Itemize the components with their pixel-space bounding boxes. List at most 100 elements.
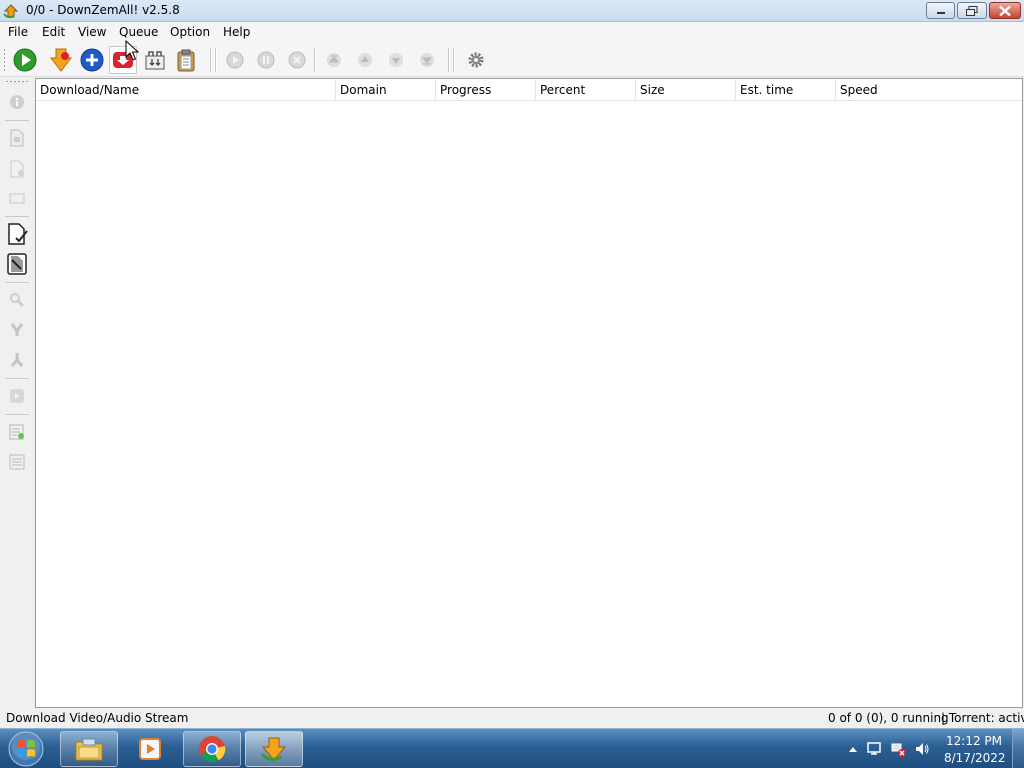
toolbar-separator — [210, 48, 212, 72]
column-header-domain[interactable]: Domain — [336, 79, 436, 101]
status-torrent: | Torrent: active — [941, 711, 1024, 725]
info-icon — [10, 95, 24, 109]
wizard-download-button[interactable] — [47, 46, 75, 74]
replay-icon — [10, 389, 24, 403]
tray-network[interactable] — [890, 741, 906, 757]
paste-urls-icon — [177, 49, 195, 72]
open-file-button[interactable] — [4, 125, 30, 151]
add-download-icon — [80, 48, 104, 72]
status-message: Download Video/Audio Stream — [6, 711, 189, 725]
add-download-button[interactable] — [78, 46, 106, 74]
column-header-progress[interactable]: Progress — [436, 79, 536, 101]
add-torrent-icon — [145, 51, 165, 70]
clock-time[interactable]: 12:12 PM — [944, 734, 1004, 748]
column-header-size[interactable]: Size — [636, 79, 736, 101]
invert-selection-button[interactable] — [4, 251, 30, 277]
column-header-percent[interactable]: Percent — [536, 79, 636, 101]
minimize-button[interactable] — [926, 2, 955, 19]
show-desktop-button[interactable] — [1012, 729, 1024, 768]
settings-button[interactable] — [462, 46, 490, 74]
menu-edit[interactable]: Edit — [42, 25, 65, 39]
taskbar-downzemall-button[interactable] — [245, 731, 303, 767]
move-down-icon — [389, 53, 403, 67]
taskbar-media-player-button[interactable] — [121, 731, 179, 767]
toolbar-separator — [314, 48, 316, 72]
column-header-speed[interactable]: Speed — [836, 79, 1022, 101]
add-torrent-button[interactable] — [141, 46, 169, 74]
downloads-table[interactable]: Download/Name Domain Progress Percent Si… — [35, 78, 1023, 708]
check-icon — [10, 323, 24, 336]
move-up-icon — [358, 53, 372, 67]
move-down-button[interactable] — [382, 46, 410, 74]
column-header-name[interactable]: Download/Name — [36, 79, 336, 101]
tray-expand-button[interactable] — [845, 741, 861, 757]
toolbar-grip[interactable] — [3, 48, 6, 72]
mouse-cursor-icon — [125, 40, 139, 61]
sidebar-separator — [5, 378, 29, 379]
select-completed-button[interactable] — [4, 221, 30, 247]
merge-button[interactable] — [4, 347, 30, 373]
move-top-button[interactable] — [320, 46, 348, 74]
info-button[interactable] — [4, 89, 30, 115]
flag-icon — [867, 742, 881, 755]
open-directory-icon — [9, 193, 25, 204]
toolbar-separator — [453, 48, 455, 72]
start-menu-button[interactable] — [4, 730, 48, 768]
cancel-button[interactable] — [283, 46, 311, 74]
pause-button[interactable] — [252, 46, 280, 74]
paste-urls-button[interactable] — [172, 46, 200, 74]
move-bottom-button[interactable] — [413, 46, 441, 74]
menu-view[interactable]: View — [78, 25, 106, 39]
network-error-icon — [891, 743, 906, 757]
wizard-download-icon — [49, 48, 73, 72]
merge-icon — [10, 353, 24, 367]
status-bar: Download Video/Audio Stream 0 of 0 (0), … — [0, 709, 1024, 728]
sidebar-separator — [5, 216, 29, 217]
toolbar-separator — [215, 48, 217, 72]
taskbar-explorer-button[interactable] — [60, 731, 118, 767]
windows-start-icon — [8, 731, 44, 767]
open-directory-button[interactable] — [4, 185, 30, 211]
sidebar-separator — [5, 414, 29, 415]
select-completed-icon — [8, 223, 28, 245]
invert-selection-icon — [7, 253, 27, 275]
cancel-icon — [288, 51, 306, 69]
move-top-icon — [327, 53, 341, 67]
clock-date[interactable]: 8/17/2022 — [944, 751, 1006, 765]
menu-file[interactable]: File — [8, 25, 28, 39]
downzemall-app-icon — [3, 4, 19, 19]
restore-icon — [966, 5, 978, 16]
close-button[interactable] — [989, 2, 1021, 19]
sidebar — [0, 78, 34, 708]
column-header-est-time[interactable]: Est. time — [736, 79, 836, 101]
volume-icon — [916, 743, 929, 755]
taskbar: 12:12 PM 8/17/2022 — [0, 728, 1024, 768]
start-button[interactable] — [11, 46, 39, 74]
move-up-button[interactable] — [351, 46, 379, 74]
sidebar-grip[interactable] — [5, 80, 29, 83]
title-bar[interactable]: 0/0 - DownZemAll! v2.5.8 — [0, 0, 1024, 22]
replay-button[interactable] — [4, 383, 30, 409]
tray-volume[interactable] — [914, 741, 930, 757]
resume-button[interactable] — [221, 46, 249, 74]
tray-action-center[interactable] — [866, 741, 882, 757]
menu-help[interactable]: Help — [223, 25, 250, 39]
sidebar-separator — [5, 282, 29, 283]
restore-button[interactable] — [957, 2, 987, 19]
remove-list-button[interactable] — [4, 449, 30, 475]
sidebar-separator — [5, 120, 29, 121]
settings-icon — [468, 52, 484, 68]
window-title: 0/0 - DownZemAll! v2.5.8 — [26, 3, 180, 17]
move-bottom-icon — [420, 53, 434, 67]
rename-file-button[interactable] — [4, 156, 30, 182]
add-list-button[interactable] — [4, 419, 30, 445]
find-icon — [10, 293, 25, 308]
check-button[interactable] — [4, 317, 30, 343]
start-icon — [13, 48, 37, 72]
menu-option[interactable]: Option — [170, 25, 210, 39]
menu-queue[interactable]: Queue — [119, 25, 158, 39]
rename-file-icon — [10, 160, 24, 178]
taskbar-chrome-button[interactable] — [183, 731, 241, 767]
table-body[interactable] — [36, 102, 1022, 707]
find-button[interactable] — [4, 287, 30, 313]
